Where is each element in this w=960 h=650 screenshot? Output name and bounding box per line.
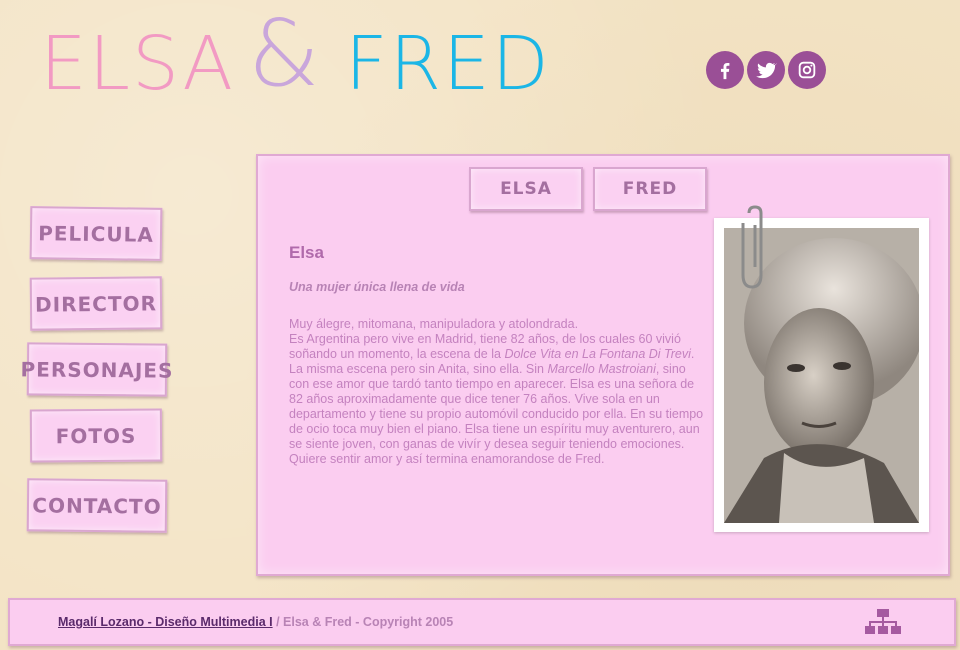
footer-text: Magalí Lozano - Diseño Multimedia I / El… (58, 615, 453, 629)
facebook-icon[interactable] (706, 51, 744, 89)
description-paragraph: Es Argentina pero vive en Madrid, tiene … (289, 332, 709, 467)
twitter-icon[interactable] (747, 51, 785, 89)
character-description: Elsa Una mujer única llena de vida Muy á… (289, 243, 709, 467)
nav-item-contacto[interactable]: CONTACTO (26, 478, 168, 533)
logo-word-elsa: ELSA (40, 21, 235, 107)
nav-item-director[interactable]: DIRECTOR (29, 276, 163, 331)
character-tagline: Una mujer única llena de vida (289, 280, 465, 294)
character-name: Elsa (289, 243, 324, 262)
footer: Magalí Lozano - Diseño Multimedia I / El… (8, 598, 956, 646)
logo-word-fred: FRED (345, 21, 551, 107)
tab-elsa[interactable]: ELSA (469, 167, 583, 211)
description-line-1: Muy álegre, mitomana, manipuladora y ato… (289, 317, 579, 331)
italic-dolce-vita: Dolce Vita en La Fontana Di Trevi (504, 347, 691, 361)
nav-item-fotos[interactable]: FOTOS (29, 408, 163, 463)
nav-item-pelicula[interactable]: PELICULA (29, 206, 163, 261)
tab-fred[interactable]: FRED (593, 167, 707, 211)
instagram-icon[interactable] (788, 51, 826, 89)
text-span: , sino con ese amor que tardó tanto tiem… (289, 362, 704, 466)
copyright-text: / Elsa & Fred - Copyright 2005 (272, 615, 454, 629)
author-link[interactable]: Magalí Lozano - Diseño Multimedia I (58, 615, 273, 629)
paperclip-icon (741, 205, 763, 289)
nav-item-personajes[interactable]: PERSONAJES (20, 342, 174, 397)
social-links (706, 51, 826, 89)
logo-ampersand: & (248, 0, 322, 107)
italic-mastroiani: Marcello Mastroiani (547, 362, 656, 376)
sitemap-icon[interactable] (865, 607, 901, 635)
